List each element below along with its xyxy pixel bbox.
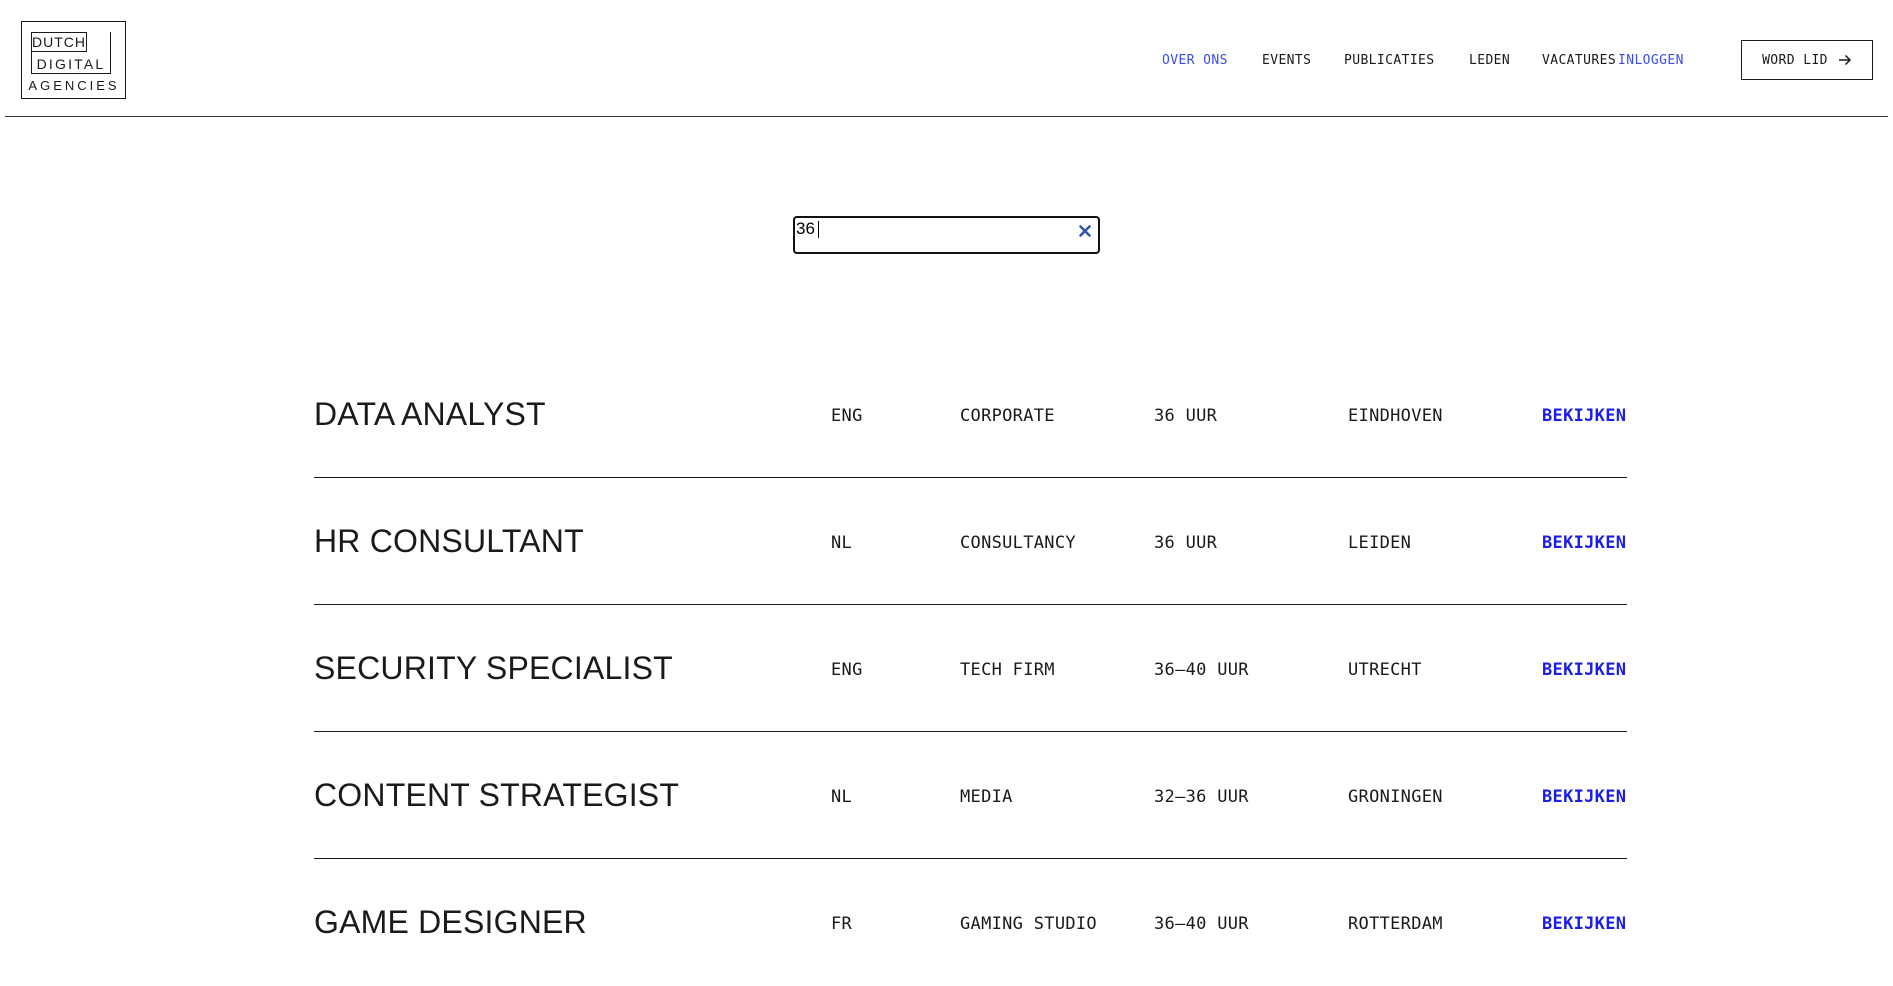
vacancy-list: DATA ANALYST ENG CORPORATE 36 UUR EINDHO… <box>314 351 1634 986</box>
vacancy-language: ENG <box>831 406 863 426</box>
vacancy-title: GAME DESIGNER <box>314 904 587 940</box>
nav-item-publicaties[interactable]: PUBLICATIES <box>1344 53 1435 68</box>
vacancy-type: CORPORATE <box>960 406 1055 426</box>
view-vacancy-link[interactable]: BEKIJKEN <box>1542 787 1626 807</box>
logo-line-1: DUTCH <box>31 32 87 52</box>
view-vacancy-link[interactable]: BEKIJKEN <box>1542 406 1626 426</box>
vacancy-city: GRONINGEN <box>1348 787 1443 807</box>
search-box <box>793 216 1100 254</box>
vacancy-language: NL <box>831 533 853 553</box>
vacancy-city: ROTTERDAM <box>1348 914 1443 934</box>
vacancy-row: HR CONSULTANT NL CONSULTANCY 36 UUR LEID… <box>314 478 1634 605</box>
search-input[interactable] <box>796 219 1066 239</box>
vacancy-hours: 36–40 UUR <box>1154 660 1249 680</box>
vacancy-city: UTRECHT <box>1348 660 1422 680</box>
site-header: DUTCH DIGITAL AGENCIES OVER ONS EVENTS P… <box>5 0 1888 117</box>
nav-item-inloggen[interactable]: INLOGGEN <box>1618 53 1684 68</box>
vacancy-title: SECURITY SPECIALIST <box>314 650 673 686</box>
vacancy-type: TECH FIRM <box>960 660 1055 680</box>
vacancy-title: HR CONSULTANT <box>314 523 584 559</box>
vacancy-language: FR <box>831 914 853 934</box>
logo-line-3: AGENCIES <box>28 78 120 93</box>
vacancy-city: LEIDEN <box>1348 533 1412 553</box>
view-vacancy-link[interactable]: BEKIJKEN <box>1542 533 1626 553</box>
vacancy-language: ENG <box>831 660 863 680</box>
vacancy-type: CONSULTANCY <box>960 533 1076 553</box>
vacancy-city: EINDHOVEN <box>1348 406 1443 426</box>
vacancy-row: DATA ANALYST ENG CORPORATE 36 UUR EINDHO… <box>314 351 1634 478</box>
nav-item-vacatures[interactable]: VACATURES <box>1542 53 1616 68</box>
vacancy-type: GAMING STUDIO <box>960 914 1097 934</box>
vacancy-type: MEDIA <box>960 787 1013 807</box>
vacancy-hours: 36 UUR <box>1154 406 1218 426</box>
close-icon[interactable] <box>1077 223 1093 239</box>
vacancy-hours: 36–40 UUR <box>1154 914 1249 934</box>
word-lid-button[interactable]: WORD LID <box>1741 40 1873 80</box>
text-caret <box>818 221 819 238</box>
vacancy-row: GAME DESIGNER FR GAMING STUDIO 36–40 UUR… <box>314 859 1634 986</box>
vacancy-hours: 36 UUR <box>1154 533 1218 553</box>
logo-line-2: DIGITAL <box>36 56 106 72</box>
vacancy-language: NL <box>831 787 853 807</box>
vacancy-title: CONTENT STRATEGIST <box>314 777 680 813</box>
vacancy-title: DATA ANALYST <box>314 396 546 432</box>
view-vacancy-link[interactable]: BEKIJKEN <box>1542 660 1626 680</box>
word-lid-label: WORD LID <box>1762 52 1828 68</box>
nav-item-events[interactable]: EVENTS <box>1262 53 1311 68</box>
nav-item-over-ons[interactable]: OVER ONS <box>1162 53 1228 68</box>
vacancy-hours: 32–36 UUR <box>1154 787 1249 807</box>
view-vacancy-link[interactable]: BEKIJKEN <box>1542 914 1626 934</box>
arrow-right-icon <box>1838 54 1852 66</box>
dda-logo[interactable]: DUTCH DIGITAL AGENCIES <box>21 21 126 99</box>
nav-item-leden[interactable]: LEDEN <box>1469 53 1510 68</box>
vacancy-row: SECURITY SPECIALIST ENG TECH FIRM 36–40 … <box>314 605 1634 732</box>
vacancy-row: CONTENT STRATEGIST NL MEDIA 32–36 UUR GR… <box>314 732 1634 859</box>
